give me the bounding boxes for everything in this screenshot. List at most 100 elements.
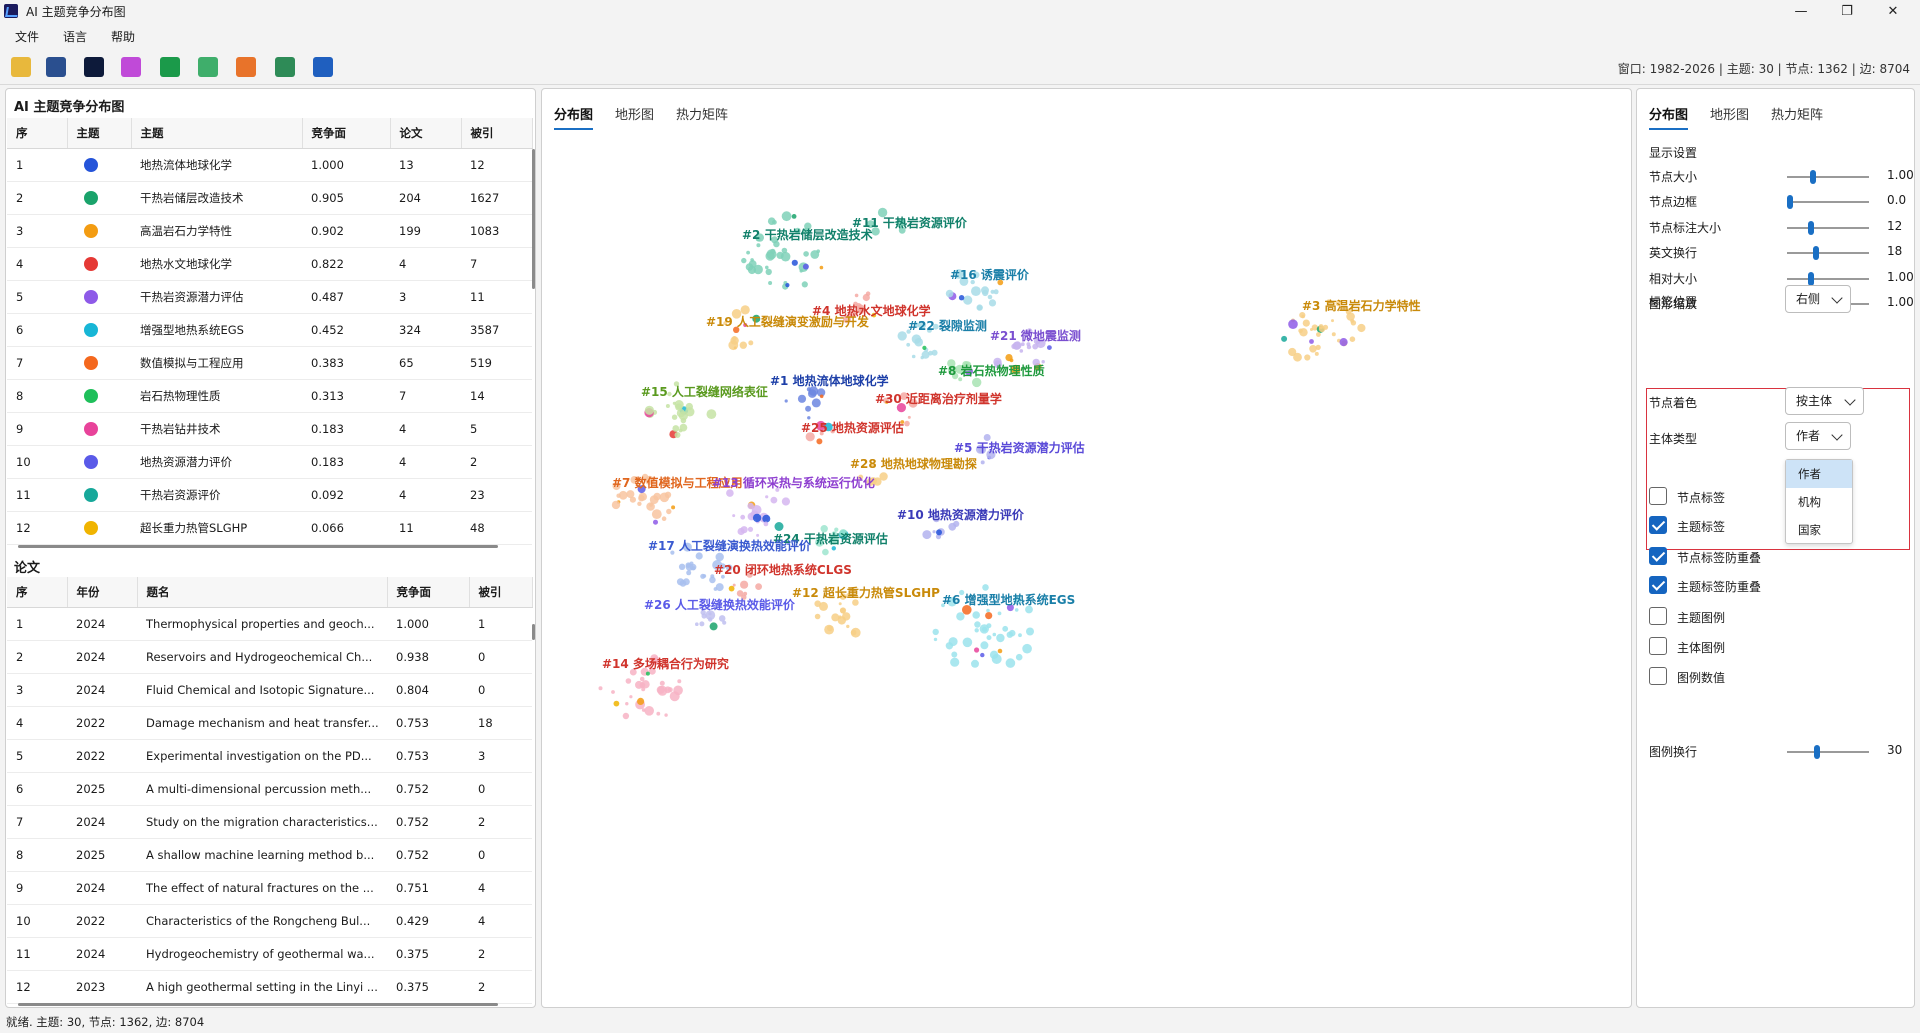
map-node[interactable] <box>1309 345 1317 353</box>
slider-handle[interactable] <box>1813 246 1819 260</box>
map-node[interactable] <box>656 711 661 716</box>
cluster-label[interactable]: #11 干热岩资源评价 <box>852 214 967 231</box>
map-node[interactable] <box>997 648 1003 654</box>
map-node[interactable] <box>802 263 809 270</box>
menu-file[interactable]: 文件 <box>0 28 48 45</box>
map-node[interactable] <box>819 394 824 399</box>
close-button[interactable]: ✕ <box>1870 0 1916 22</box>
map-node[interactable] <box>840 608 846 614</box>
map-node[interactable] <box>1310 328 1313 331</box>
map-node[interactable] <box>1026 627 1034 636</box>
map-node[interactable] <box>625 702 629 706</box>
map-node[interactable] <box>962 637 973 648</box>
map-node[interactable] <box>1349 336 1356 342</box>
col-header-cites[interactable]: 被引 <box>469 577 533 608</box>
map-node[interactable] <box>781 247 788 254</box>
map-node[interactable] <box>951 651 958 658</box>
setting-slider[interactable] <box>1787 246 1869 260</box>
map-node[interactable] <box>981 286 989 295</box>
map-node[interactable] <box>992 632 997 637</box>
table-row[interactable]: 1 地热流体地球化学 1.000 13 12 <box>7 148 532 182</box>
map-node[interactable] <box>838 602 842 606</box>
map-node[interactable] <box>1299 328 1308 337</box>
map-node[interactable] <box>850 629 857 636</box>
map-node[interactable] <box>1022 643 1032 654</box>
table-row[interactable]: 6 2025 A multi-dimensional percussion meth… <box>7 772 532 806</box>
map-node[interactable] <box>709 622 718 631</box>
map-node[interactable] <box>981 626 988 632</box>
map-node[interactable] <box>765 268 772 276</box>
col-header-title[interactable]: 题名 <box>137 577 388 608</box>
map-node[interactable] <box>740 514 746 520</box>
cluster-label[interactable]: #5 干热岩资源潜力评估 <box>954 439 1085 456</box>
map-node[interactable] <box>645 671 650 676</box>
table-row[interactable]: 4 地热水文地球化学 0.822 4 7 <box>7 247 532 281</box>
entity-type-select[interactable]: 作者 <box>1785 422 1851 450</box>
map-node[interactable] <box>685 407 695 417</box>
cluster-label[interactable]: #17 人工裂缝演换热效能评价 <box>648 537 811 554</box>
table-row[interactable]: 10 2022 Characteristics of the Rongcheng B… <box>7 904 532 938</box>
map-node[interactable] <box>785 283 790 288</box>
map-node[interactable] <box>854 293 859 298</box>
map-node[interactable] <box>980 641 989 650</box>
map-node[interactable] <box>846 624 850 629</box>
map-node[interactable] <box>732 514 736 518</box>
slider-handle[interactable] <box>1808 272 1814 286</box>
setting-slider[interactable] <box>1787 195 1869 209</box>
map-node[interactable] <box>752 513 762 523</box>
map-node[interactable] <box>763 521 769 527</box>
map-node[interactable] <box>974 647 980 653</box>
entity-option-country[interactable]: 国家 <box>1786 516 1852 544</box>
map-node[interactable] <box>747 502 754 510</box>
map-node[interactable] <box>1314 351 1319 356</box>
map-node[interactable] <box>699 621 705 627</box>
table-row[interactable]: 5 2022 Experimental investigation on the P… <box>7 739 532 773</box>
cluster-label[interactable]: #19 人工裂缝演变激励与开发 <box>706 313 869 330</box>
settings-tab-terrain[interactable]: 地形图 <box>1710 104 1749 130</box>
slider-handle[interactable] <box>1810 170 1816 184</box>
map-node[interactable] <box>816 249 820 253</box>
cluster-label[interactable]: #14 多场耦合行为研究 <box>602 655 729 672</box>
cluster-label[interactable]: #15 人工裂缝网络表征 <box>641 383 768 400</box>
map-node[interactable] <box>801 281 808 288</box>
map-node[interactable] <box>986 635 992 641</box>
map-node[interactable] <box>974 628 979 633</box>
cluster-label[interactable]: #26 人工裂缝换热效能评价 <box>644 596 795 613</box>
map-node[interactable] <box>987 294 993 300</box>
map-node[interactable] <box>971 286 981 296</box>
cluster-label[interactable]: #3 高温岩石力学特性 <box>1302 297 1421 314</box>
cluster-label[interactable]: #21 微地震监测 <box>990 327 1081 344</box>
map-node[interactable] <box>715 552 724 562</box>
settings-tab-distribution[interactable]: 分布图 <box>1649 104 1689 130</box>
table-row[interactable]: 3 2024 Fluid Chemical and Isotopic Signatu… <box>7 673 532 707</box>
map-node[interactable] <box>928 350 933 356</box>
label-position-select[interactable]: 右侧 <box>1785 285 1851 313</box>
col-header-score[interactable]: 竞争面 <box>387 577 470 608</box>
settings-tab-heat-matrix[interactable]: 热力矩阵 <box>1771 104 1823 130</box>
map-node[interactable] <box>988 299 997 307</box>
checkbox[interactable] <box>1649 637 1667 655</box>
cluster-label[interactable]: #30 近距离治疗剂量学 <box>875 390 1002 407</box>
map-node[interactable] <box>950 657 960 667</box>
map-node[interactable] <box>700 573 706 579</box>
map-node[interactable] <box>805 405 812 412</box>
cluster-label[interactable]: #20 闭环地热系统CLGS <box>714 561 852 578</box>
map-node[interactable] <box>976 304 983 311</box>
map-node[interactable] <box>799 269 803 273</box>
checkbox[interactable] <box>1649 576 1667 594</box>
map-node[interactable] <box>932 628 939 636</box>
map-node[interactable] <box>678 563 686 570</box>
checkbox[interactable] <box>1649 487 1667 505</box>
map-node[interactable] <box>671 505 676 510</box>
map-node[interactable] <box>803 251 809 257</box>
table-row[interactable]: 8 岩石热物理性质 0.313 7 14 <box>7 379 532 413</box>
maximize-button[interactable]: ❐ <box>1824 0 1870 22</box>
map-node[interactable] <box>765 265 769 270</box>
minimize-button[interactable]: — <box>1778 0 1824 22</box>
map-node[interactable] <box>748 340 754 346</box>
map-node[interactable] <box>784 399 788 403</box>
node-color-select[interactable]: 按主体 <box>1785 387 1864 415</box>
table-row[interactable]: 2 干热岩储层改造技术 0.905 204 1627 <box>7 181 532 215</box>
map-node[interactable] <box>611 500 621 510</box>
map-node[interactable] <box>1357 323 1366 333</box>
